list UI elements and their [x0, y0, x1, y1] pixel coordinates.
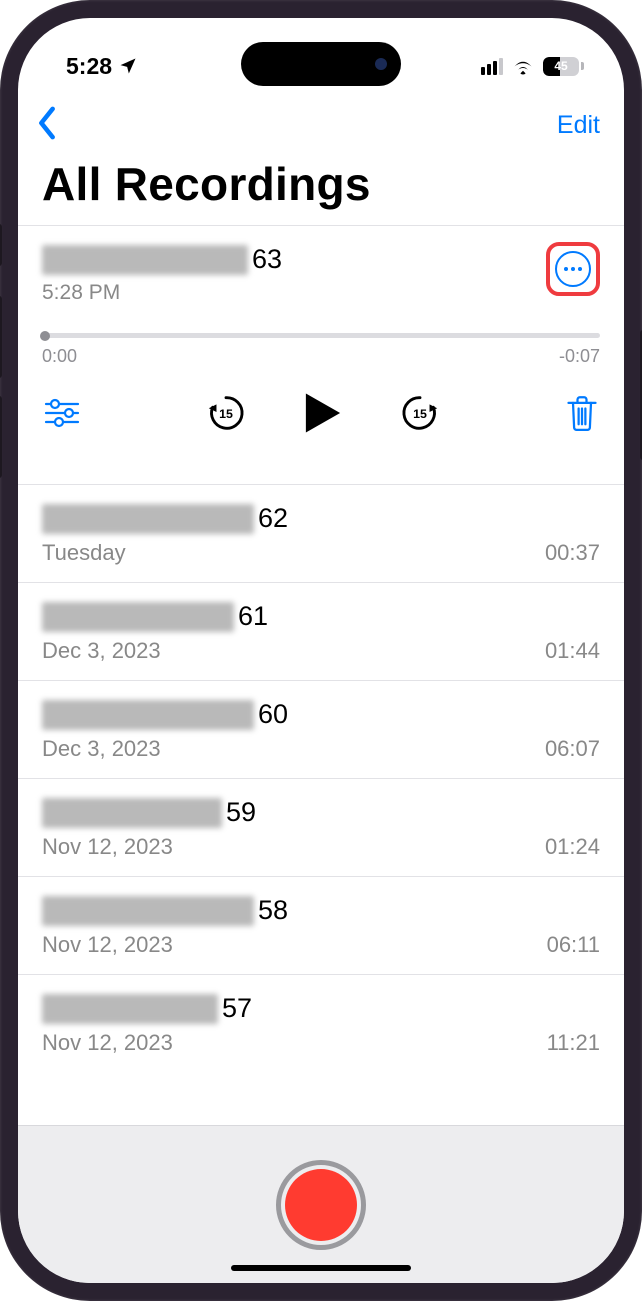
nav-bar: Edit	[18, 90, 624, 155]
recording-number: 60	[258, 699, 288, 730]
skip-forward-button[interactable]: 15	[399, 392, 441, 439]
location-icon	[118, 56, 138, 76]
recording-duration: 00:37	[545, 540, 600, 566]
recording-duration: 01:24	[545, 834, 600, 860]
screen: 5:28 45 Edit All	[18, 18, 624, 1283]
recording-number: 59	[226, 797, 256, 828]
redacted-title	[42, 245, 248, 275]
redacted-title	[42, 896, 254, 926]
recording-duration: 06:11	[547, 932, 600, 958]
svg-text:15: 15	[219, 407, 233, 421]
redacted-title	[42, 504, 254, 534]
recording-number: 58	[258, 895, 288, 926]
back-button[interactable]	[36, 106, 58, 145]
recording-date: Dec 3, 2023	[42, 736, 161, 762]
highlight-box	[546, 242, 600, 296]
remaining-time: -0:07	[559, 346, 600, 367]
svg-text:15: 15	[413, 407, 427, 421]
play-button[interactable]	[303, 391, 343, 440]
skip-back-button[interactable]: 15	[205, 392, 247, 439]
home-indicator[interactable]	[231, 1265, 411, 1271]
page-title: All Recordings	[18, 155, 624, 225]
wifi-icon	[511, 57, 535, 75]
volume-down-button	[0, 396, 2, 478]
recording-timestamp: 5:28 PM	[42, 281, 546, 305]
recording-date: Nov 12, 2023	[42, 834, 173, 860]
scrubber-knob[interactable]	[40, 331, 50, 341]
recording-number: 63	[252, 244, 282, 275]
more-options-button[interactable]	[555, 251, 591, 287]
recording-duration: 11:21	[547, 1030, 600, 1056]
record-icon	[285, 1169, 357, 1241]
status-time: 5:28	[66, 53, 112, 80]
recording-duration: 01:44	[545, 638, 600, 664]
recording-date: Dec 3, 2023	[42, 638, 161, 664]
redacted-title	[42, 700, 254, 730]
playback-controls: 15 15	[42, 391, 600, 440]
expanded-recording[interactable]: 63 5:28 PM 0:00 -0:07	[18, 225, 624, 462]
recording-date: Nov 12, 2023	[42, 1030, 173, 1056]
recording-number: 57	[222, 993, 252, 1024]
volume-up-button	[0, 296, 2, 378]
recording-row[interactable]: 57 Nov 12, 2023 11:21	[18, 975, 624, 1072]
iphone-frame: 5:28 45 Edit All	[0, 0, 642, 1301]
recordings-list: 62 Tuesday 00:37 61 Dec 3, 2023 01:44 60 Dec 3,…	[18, 484, 624, 1072]
recording-date: Nov 12, 2023	[42, 932, 173, 958]
record-footer	[18, 1125, 624, 1283]
redacted-title	[42, 994, 218, 1024]
redacted-title	[42, 602, 234, 632]
recording-duration: 06:07	[545, 736, 600, 762]
playback-scrubber[interactable]: 0:00 -0:07	[42, 333, 600, 367]
recording-row[interactable]: 62 Tuesday 00:37	[18, 485, 624, 583]
silence-switch	[0, 224, 2, 266]
cellular-icon	[481, 58, 503, 75]
recording-row[interactable]: 60 Dec 3, 2023 06:07	[18, 681, 624, 779]
recording-row[interactable]: 61 Dec 3, 2023 01:44	[18, 583, 624, 681]
recording-number: 62	[258, 503, 288, 534]
edit-button[interactable]: Edit	[557, 111, 600, 140]
recording-number: 61	[238, 601, 268, 632]
recording-row[interactable]: 59 Nov 12, 2023 01:24	[18, 779, 624, 877]
recording-row[interactable]: 58 Nov 12, 2023 06:11	[18, 877, 624, 975]
redacted-title	[42, 798, 222, 828]
recording-date: Tuesday	[42, 540, 126, 566]
record-button[interactable]	[276, 1160, 366, 1250]
trash-button[interactable]	[566, 395, 598, 436]
dynamic-island	[241, 42, 401, 86]
options-button[interactable]	[44, 398, 80, 433]
battery-icon: 45	[543, 57, 584, 76]
elapsed-time: 0:00	[42, 346, 77, 367]
